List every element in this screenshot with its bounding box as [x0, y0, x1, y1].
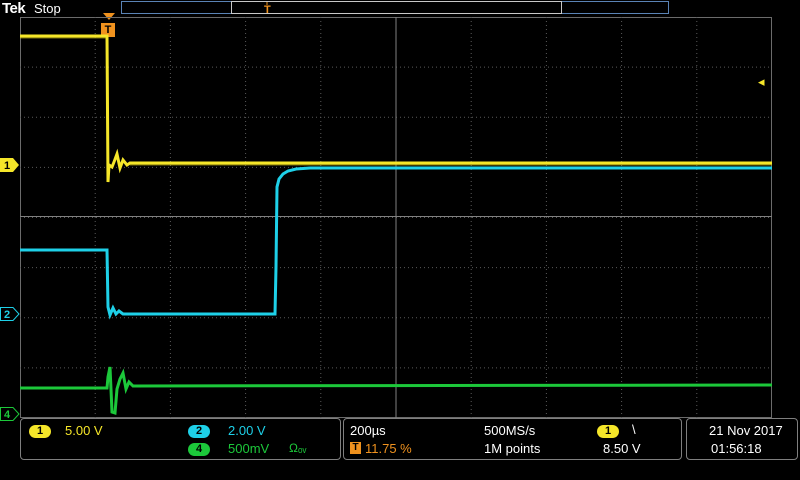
ch4-scale: 500mV — [228, 441, 270, 456]
timebase-trigger-panel[interactable]: 200µs 500MS/s T 11.75 % 1M points 1 \ 8.… — [343, 418, 682, 460]
sample-rate: 500MS/s — [484, 423, 536, 438]
ch2-badge[interactable]: 2 — [188, 425, 210, 438]
time: 01:56:18 — [711, 441, 762, 456]
ch1-badge[interactable]: 1 — [29, 425, 51, 438]
record-length: 1M points — [484, 441, 541, 456]
ch4-ground-marker[interactable]: 4 — [0, 407, 20, 421]
ch4-coupling-icon: Ωₒᵥ — [289, 441, 307, 455]
top-status-bar: Tek Stop T — [0, 0, 800, 17]
record-view-window[interactable] — [231, 1, 562, 14]
brand-logo: Tek — [2, 0, 26, 17]
svg-text:1: 1 — [4, 160, 10, 172]
date: 21 Nov 2017 — [709, 423, 783, 438]
trigger-position-percent: 11.75 % — [365, 441, 412, 456]
waveform-display[interactable]: ◂ — [20, 17, 772, 418]
trigger-position-icon: T — [350, 442, 361, 454]
ch1-scale: 5.00 V — [65, 423, 103, 438]
trigger-level-arrow-icon: ◂ — [758, 75, 765, 90]
record-trigger-marker-icon: T — [264, 2, 271, 16]
date-time-panel[interactable]: 21 Nov 2017 01:56:18 — [686, 418, 798, 460]
trigger-source-badge[interactable]: 1 — [597, 425, 619, 438]
acquisition-status: Stop — [34, 1, 61, 16]
ch4-badge[interactable]: 4 — [188, 443, 210, 456]
horizontal-scale: 200µs — [350, 423, 386, 438]
trigger-slope-icon: \ — [632, 422, 636, 437]
svg-text:T: T — [264, 4, 271, 16]
trigger-level: 8.50 V — [603, 441, 641, 456]
ch1-ground-marker[interactable]: 1 — [0, 158, 20, 172]
ch2-ground-marker[interactable]: 2 — [0, 307, 20, 321]
channel-readout-panel[interactable]: 1 5.00 V 2 2.00 V 4 500mV Ωₒᵥ — [20, 418, 341, 460]
svg-text:2: 2 — [4, 309, 10, 321]
ch2-scale: 2.00 V — [228, 423, 266, 438]
svg-text:4: 4 — [4, 409, 11, 421]
